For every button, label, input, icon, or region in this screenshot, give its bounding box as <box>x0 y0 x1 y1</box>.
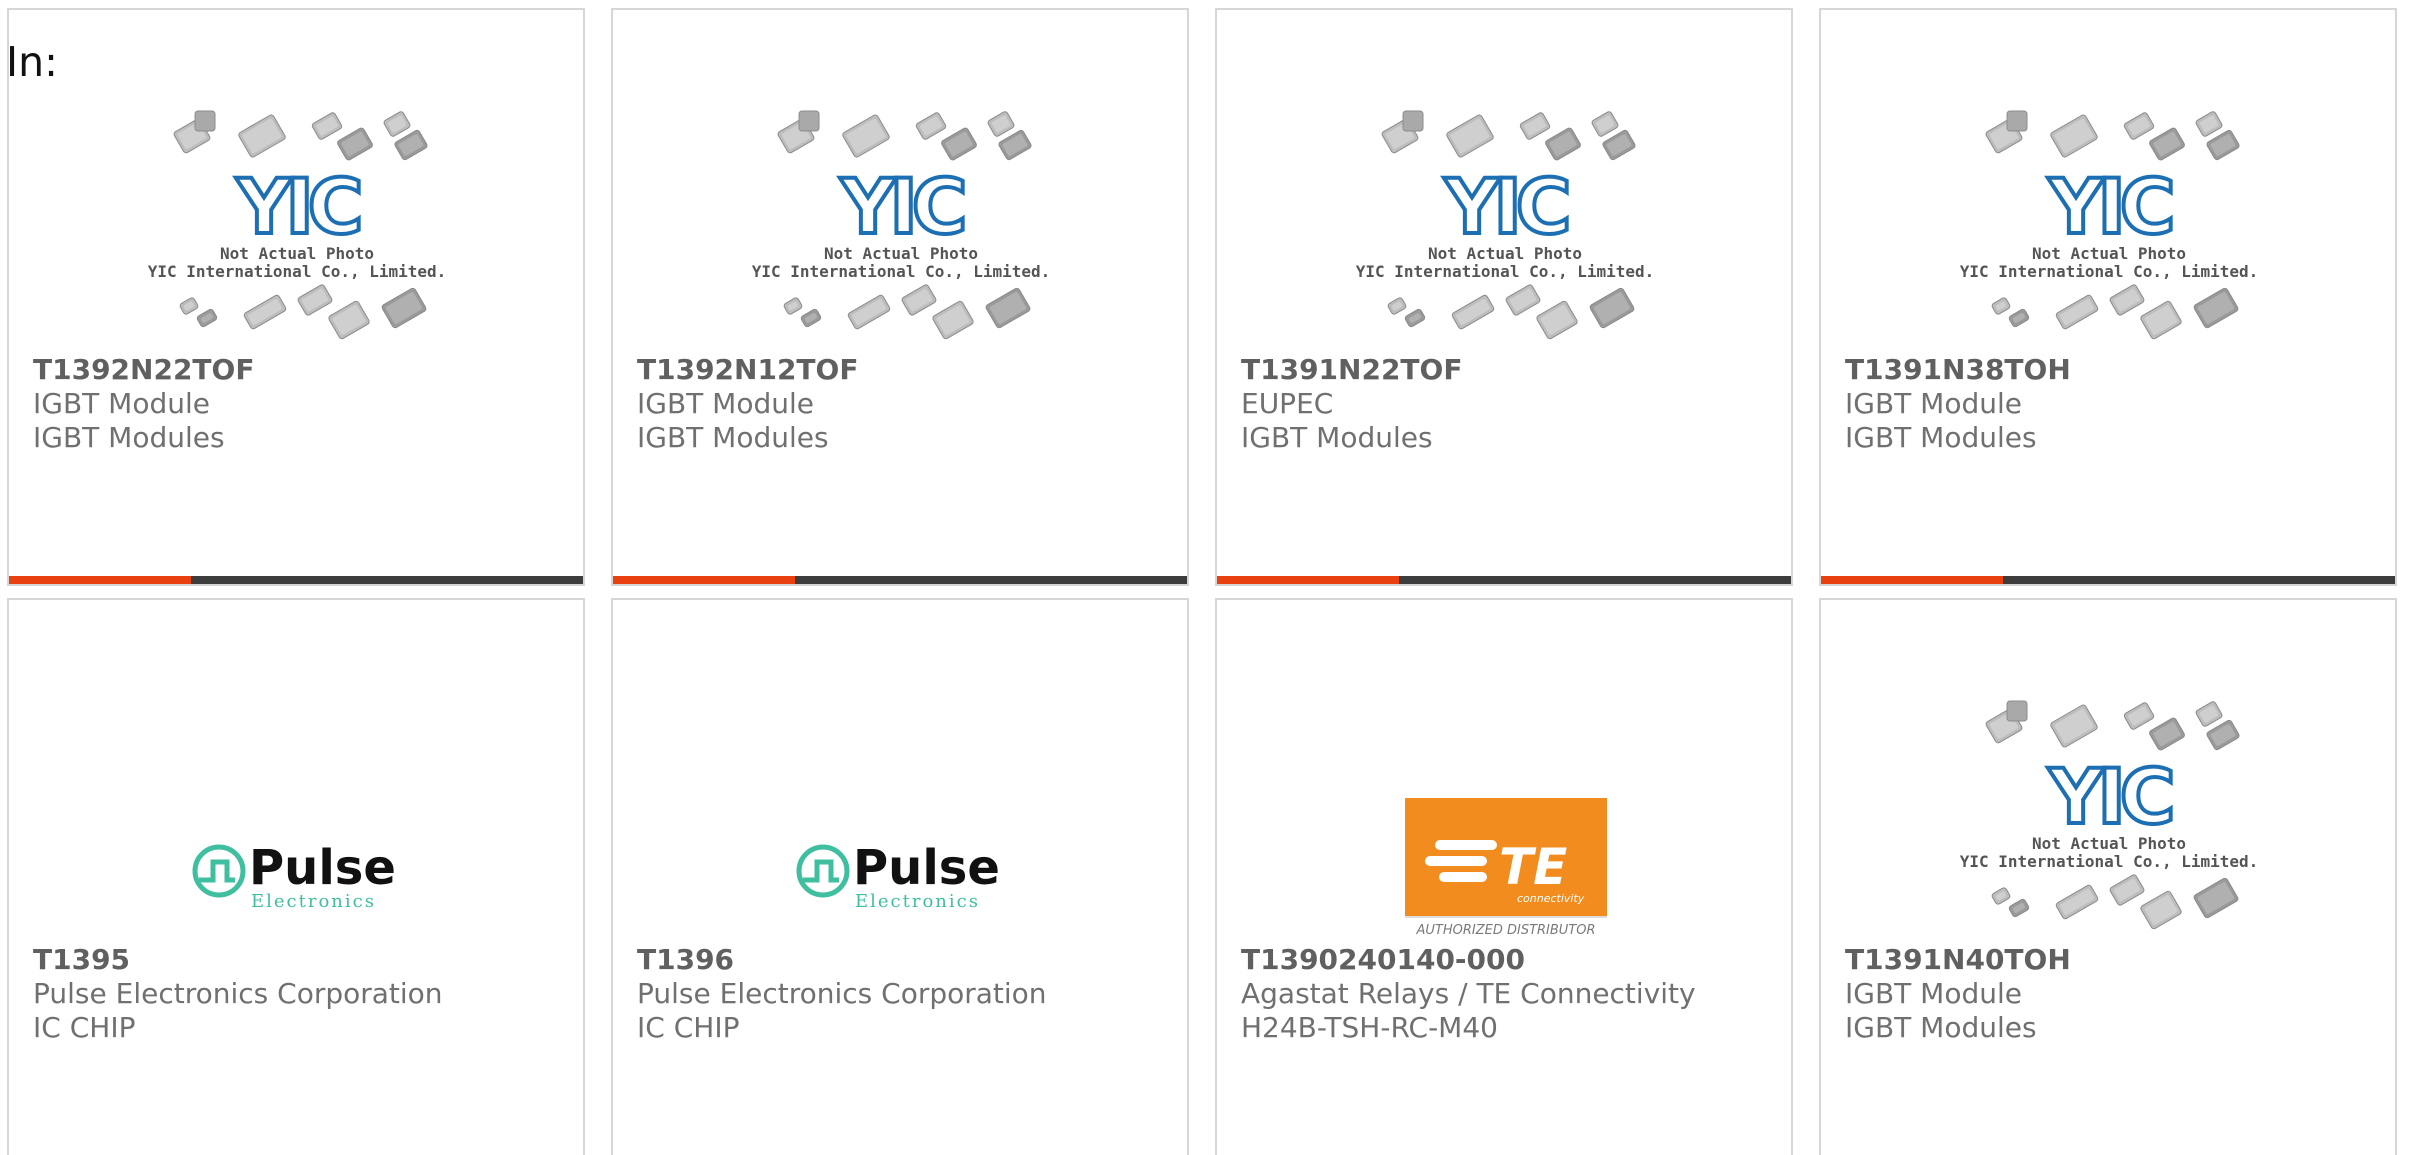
product-category: IC CHIP <box>33 1011 136 1044</box>
card-bar-accent <box>1217 576 1399 584</box>
svg-text:connectivity: connectivity <box>1517 892 1585 905</box>
product-card[interactable]: YIC Not Actual Photo YIC International Co.… <box>1819 598 2397 1155</box>
product-category: IC CHIP <box>637 1011 740 1044</box>
product-part-number[interactable]: T1392N22TOF <box>33 353 573 387</box>
in-label: In: <box>6 38 58 86</box>
product-manufacturer: Agastat Relays / TE Connectivity <box>1241 977 1696 1010</box>
product-part-number[interactable]: T1396 <box>637 943 1177 977</box>
product-image-placeholder: YIC Not Actual Photo YIC International Co.… <box>1217 98 1791 348</box>
product-part-number[interactable]: T1391N40TOH <box>1845 943 2385 977</box>
svg-text:Not Actual Photo: Not Actual Photo <box>2032 834 2186 853</box>
svg-text:Electronics: Electronics <box>251 891 376 912</box>
svg-text:Pulse: Pulse <box>853 840 1000 896</box>
svg-text:AUTHORIZED DISTRIBUTOR: AUTHORIZED DISTRIBUTOR <box>1415 923 1595 938</box>
product-card[interactable]: YIC Not Actual Photo YIC International Co.… <box>611 8 1189 586</box>
card-bottom-bar <box>9 576 583 584</box>
product-part-number[interactable]: T1395 <box>33 943 573 977</box>
product-image-placeholder: YIC Not Actual Photo YIC International Co.… <box>613 98 1187 348</box>
product-manufacturer: IGBT Module <box>33 387 210 420</box>
card-bottom-bar <box>1821 576 2395 584</box>
svg-text:YIC International Co., Limited: YIC International Co., Limited. <box>1960 262 2259 281</box>
svg-text:TE: TE <box>1499 838 1567 896</box>
product-category: IGBT Modules <box>1845 421 2037 454</box>
product-manufacturer: Pulse Electronics Corporation <box>33 977 443 1010</box>
product-part-number[interactable]: T1391N22TOF <box>1241 353 1781 387</box>
svg-text:Not Actual Photo: Not Actual Photo <box>824 244 978 263</box>
product-grid-page: In: YIC Not Actual Photo YIC International… <box>0 0 2410 1155</box>
product-manufacturer: IGBT Module <box>1845 387 2022 420</box>
product-manufacturer: IGBT Module <box>637 387 814 420</box>
svg-text:YIC: YIC <box>2047 162 2170 251</box>
svg-text:YIC International Co., Limited: YIC International Co., Limited. <box>1356 262 1655 281</box>
svg-text:Not Actual Photo: Not Actual Photo <box>1428 244 1582 263</box>
product-card[interactable]: YIC Not Actual Photo YIC International Co.… <box>1819 8 2397 586</box>
product-category: IGBT Modules <box>1241 421 1433 454</box>
card-bar-accent <box>613 576 795 584</box>
svg-text:YIC: YIC <box>2047 752 2170 841</box>
svg-text:Pulse: Pulse <box>249 840 396 896</box>
svg-text:Electronics: Electronics <box>855 891 980 912</box>
card-bar-accent <box>9 576 191 584</box>
product-card[interactable]: TE connectivity AUTHORIZED DISTRIBUTOR T13… <box>1215 598 1793 1155</box>
svg-text:YIC: YIC <box>839 162 962 251</box>
product-category: IGBT Modules <box>637 421 829 454</box>
svg-text:YIC International Co., Limited: YIC International Co., Limited. <box>752 262 1051 281</box>
product-card[interactable]: YIC Not Actual Photo YIC International Co.… <box>1215 8 1793 586</box>
card-bottom-bar <box>1217 576 1791 584</box>
product-card[interactable]: YIC Not Actual Photo YIC International Co.… <box>7 8 585 586</box>
product-category: IGBT Modules <box>1845 1011 2037 1044</box>
svg-text:YIC International Co., Limited: YIC International Co., Limited. <box>148 262 447 281</box>
svg-text:YIC: YIC <box>1443 162 1566 251</box>
pulse-electronics-logo: Pulse Electronics <box>613 688 1187 938</box>
te-connectivity-logo: TE connectivity AUTHORIZED DISTRIBUTOR <box>1217 688 1791 938</box>
product-card[interactable]: Pulse Electronics T1395 Pulse Electronics… <box>7 598 585 1155</box>
svg-text:YIC International Co., Limited: YIC International Co., Limited. <box>1960 852 2259 871</box>
product-part-number[interactable]: T1391N38TOH <box>1845 353 2385 387</box>
product-image-placeholder: YIC Not Actual Photo YIC International Co.… <box>1821 98 2395 348</box>
product-card[interactable]: Pulse Electronics T1396 Pulse Electronics… <box>611 598 1189 1155</box>
product-category: H24B-TSH-RC-M40 <box>1241 1011 1498 1044</box>
product-part-number[interactable]: T1392N12TOF <box>637 353 1177 387</box>
svg-text:YIC: YIC <box>235 162 358 251</box>
product-category: IGBT Modules <box>33 421 225 454</box>
product-part-number[interactable]: T1390240140-000 <box>1241 943 1781 977</box>
svg-text:Not Actual Photo: Not Actual Photo <box>220 244 374 263</box>
svg-text:Not Actual Photo: Not Actual Photo <box>2032 244 2186 263</box>
pulse-electronics-logo: Pulse Electronics <box>9 688 583 938</box>
product-manufacturer: IGBT Module <box>1845 977 2022 1010</box>
product-image-placeholder: YIC Not Actual Photo YIC International Co.… <box>1821 688 2395 938</box>
card-bar-accent <box>1821 576 2003 584</box>
card-bottom-bar <box>613 576 1187 584</box>
product-image-placeholder: YIC Not Actual Photo YIC International Co.… <box>9 98 583 348</box>
product-manufacturer: EUPEC <box>1241 387 1334 420</box>
product-manufacturer: Pulse Electronics Corporation <box>637 977 1047 1010</box>
